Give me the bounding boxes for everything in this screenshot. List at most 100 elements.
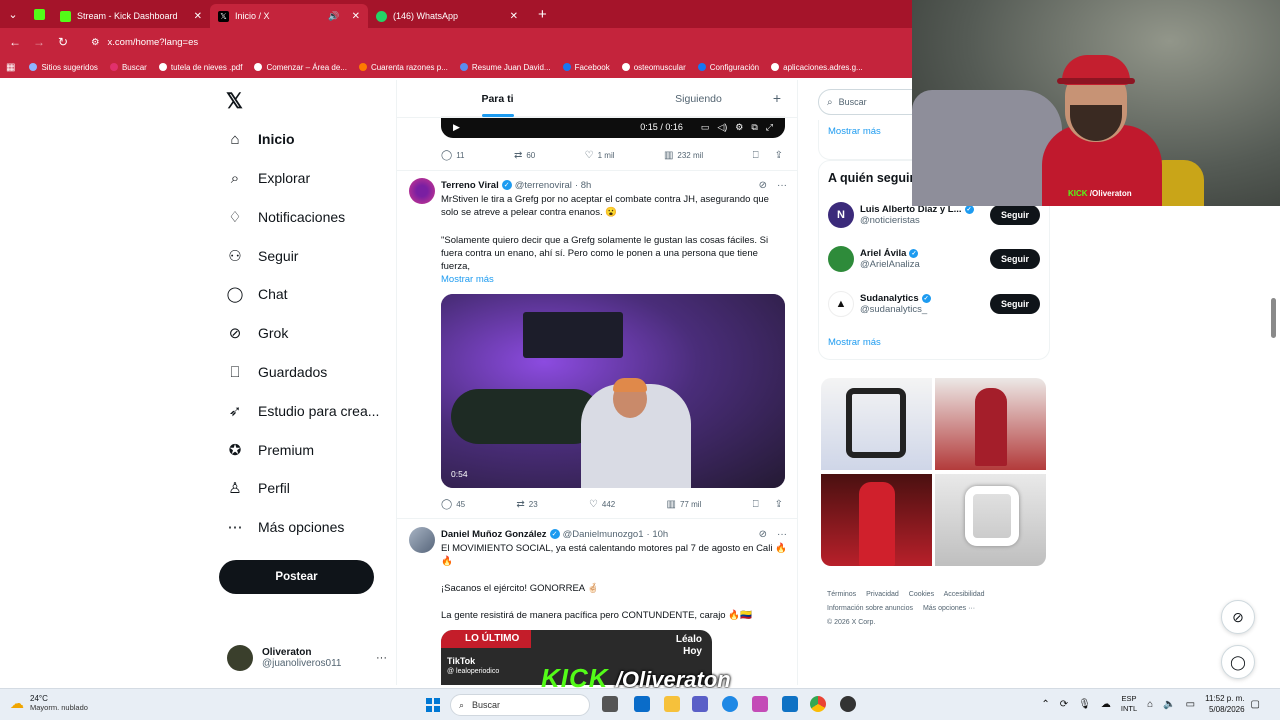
tab-whatsapp[interactable]: (146) WhatsApp ✕: [368, 4, 526, 28]
tab-para-ti[interactable]: Para ti: [397, 80, 598, 117]
language-indicator[interactable]: ESP INTL: [1121, 694, 1137, 714]
like-button[interactable]: ♡ 442: [589, 499, 615, 510]
close-tab-icon[interactable]: ✕: [510, 11, 518, 22]
nav-grok[interactable]: ⊘ Grok: [226, 318, 289, 348]
tab-siguiendo[interactable]: Siguiendo: [598, 80, 797, 117]
scrollbar[interactable]: [1271, 298, 1276, 338]
x-logo-icon[interactable]: 𝕏: [226, 89, 243, 114]
nav-notificaciones[interactable]: ♢ Notificaciones: [226, 202, 345, 232]
task-view-icon[interactable]: [602, 696, 618, 712]
avatar[interactable]: [409, 527, 435, 553]
tweet-time[interactable]: · 8h: [575, 180, 591, 191]
store-icon[interactable]: [634, 696, 650, 712]
apps-icon[interactable]: ▦: [6, 62, 15, 73]
views-button[interactable]: ▥ 232 mil: [664, 150, 703, 161]
chrome-icon[interactable]: [810, 696, 826, 712]
file-explorer-icon[interactable]: [664, 696, 680, 712]
url-field[interactable]: ⚙ x.com/home?lang=es: [91, 37, 198, 48]
forward-icon[interactable]: →: [27, 35, 51, 49]
follow-suggestion[interactable]: Ariel Ávila ✓ @ArielAnaliza Seguir: [828, 244, 1040, 274]
bookmark-button[interactable]: ⎕: [753, 499, 763, 510]
kick-tab-favicon[interactable]: [26, 0, 52, 28]
sync-icon[interactable]: ⟳: [1060, 699, 1068, 710]
grok-fab[interactable]: ⊘: [1221, 600, 1255, 634]
add-tab-icon[interactable]: +: [773, 90, 781, 106]
nav-perfil[interactable]: ♙ Perfil: [226, 473, 290, 503]
clock[interactable]: 11:52 p. m. 5/08/2026: [1205, 693, 1244, 715]
audio-icon[interactable]: 🔊: [328, 11, 339, 22]
footer-link[interactable]: Términos: [827, 591, 856, 598]
outlook-icon[interactable]: [782, 696, 798, 712]
nav-mas-opciones[interactable]: ⋯ Más opciones: [226, 512, 345, 542]
views-button[interactable]: ▥ 77 mil: [667, 499, 702, 510]
author-name[interactable]: Terreno Viral: [441, 180, 499, 191]
mic-icon[interactable]: 🎙: [1078, 699, 1091, 710]
nav-seguir[interactable]: ⚇ Seguir: [226, 241, 298, 271]
site-info-icon[interactable]: ⚙: [91, 37, 100, 48]
follow-suggestion[interactable]: ▲ Sudanalytics ✓ @sudanalytics_ Seguir: [828, 289, 1040, 319]
bookmark-item[interactable]: Resume Juan David...: [459, 63, 551, 72]
windows-start-icon[interactable]: [426, 698, 440, 712]
popout-icon[interactable]: ⧉: [751, 122, 757, 133]
tab-inicio-x[interactable]: 𝕏 Inicio / X 🔊 ✕: [210, 4, 368, 28]
nav-estudio[interactable]: ➶ Estudio para crea...: [226, 396, 380, 426]
tab-search-icon[interactable]: ⌄: [0, 0, 26, 28]
repost-button[interactable]: ⇄ 60: [514, 150, 535, 161]
show-more-link[interactable]: Mostrar más: [441, 274, 494, 285]
footer-link[interactable]: Accesibilidad: [944, 591, 985, 598]
close-tab-icon[interactable]: ✕: [194, 11, 202, 22]
weather-widget[interactable]: ☁ 24°C Mayorm. nublado: [10, 694, 88, 712]
ad-image[interactable]: [935, 378, 1046, 470]
nav-premium[interactable]: ✪ Premium: [226, 435, 314, 465]
show-more-link[interactable]: Mostrar más: [828, 337, 881, 348]
cloud-icon[interactable]: ☁: [1101, 699, 1111, 710]
bookmark-item[interactable]: tutela de nieves .pdf: [158, 63, 242, 72]
captions-icon[interactable]: ▭: [701, 122, 710, 133]
like-button[interactable]: ♡ 1 mil: [585, 150, 615, 161]
nav-explorar[interactable]: ⌕ Explorar: [226, 163, 310, 193]
nav-guardados[interactable]: ⎕ Guardados: [226, 357, 327, 387]
battery-icon[interactable]: ▭: [1186, 699, 1195, 710]
network-icon[interactable]: ⌂: [1147, 699, 1153, 710]
footer-link[interactable]: Información sobre anuncios: [827, 605, 913, 612]
nav-inicio[interactable]: ⌂ Inicio: [226, 124, 294, 154]
bookmark-item[interactable]: Buscar: [109, 63, 147, 72]
more-icon[interactable]: ···: [376, 652, 387, 664]
follow-button[interactable]: Seguir: [990, 249, 1040, 269]
taskbar-search[interactable]: ⌕ Buscar: [450, 694, 590, 716]
ad-image[interactable]: [935, 474, 1046, 566]
edge-icon[interactable]: [722, 696, 738, 712]
bookmark-item[interactable]: Cuarenta razones p...: [358, 63, 448, 72]
teams-icon[interactable]: [692, 696, 708, 712]
settings-icon[interactable]: ⚙: [735, 122, 743, 133]
author-name[interactable]: Daniel Muñoz González: [441, 529, 547, 540]
bookmark-item[interactable]: Comenzar – Área de...: [254, 63, 347, 72]
more-icon[interactable]: ···: [777, 180, 787, 191]
tab-kick-dashboard[interactable]: Stream - Kick Dashboard ✕: [52, 4, 210, 28]
avatar[interactable]: [409, 178, 435, 204]
ad-image[interactable]: [821, 474, 932, 566]
bookmark-item[interactable]: Configuración: [697, 63, 759, 72]
bookmark-button[interactable]: ⎕: [753, 150, 763, 161]
obs-icon[interactable]: [840, 696, 856, 712]
fullscreen-icon[interactable]: ⤢: [766, 122, 773, 133]
show-more-link[interactable]: Mostrar más: [828, 126, 881, 137]
footer-link[interactable]: Cookies: [909, 591, 934, 598]
volume-icon[interactable]: 🔈: [1163, 699, 1175, 710]
more-icon[interactable]: ···: [777, 529, 787, 540]
close-tab-icon[interactable]: ✕: [352, 11, 360, 22]
footer-link[interactable]: Privacidad: [866, 591, 899, 598]
follow-button[interactable]: Seguir: [990, 294, 1040, 314]
volume-icon[interactable]: ◁): [717, 122, 727, 133]
bookmark-item[interactable]: Facebook: [562, 63, 610, 72]
tweet-time[interactable]: · 10h: [647, 529, 669, 540]
back-icon[interactable]: ←: [3, 35, 27, 49]
share-button[interactable]: ⇪: [775, 150, 787, 161]
post-button[interactable]: Postear: [219, 560, 374, 594]
bookmark-item[interactable]: osteomuscular: [621, 63, 686, 72]
follow-button[interactable]: Seguir: [990, 205, 1040, 225]
ad-image-grid[interactable]: [821, 378, 1046, 566]
grok-icon[interactable]: ⊘: [759, 529, 767, 540]
grok-icon[interactable]: ⊘: [759, 180, 767, 191]
footer-link[interactable]: Más opciones ···: [923, 605, 975, 612]
